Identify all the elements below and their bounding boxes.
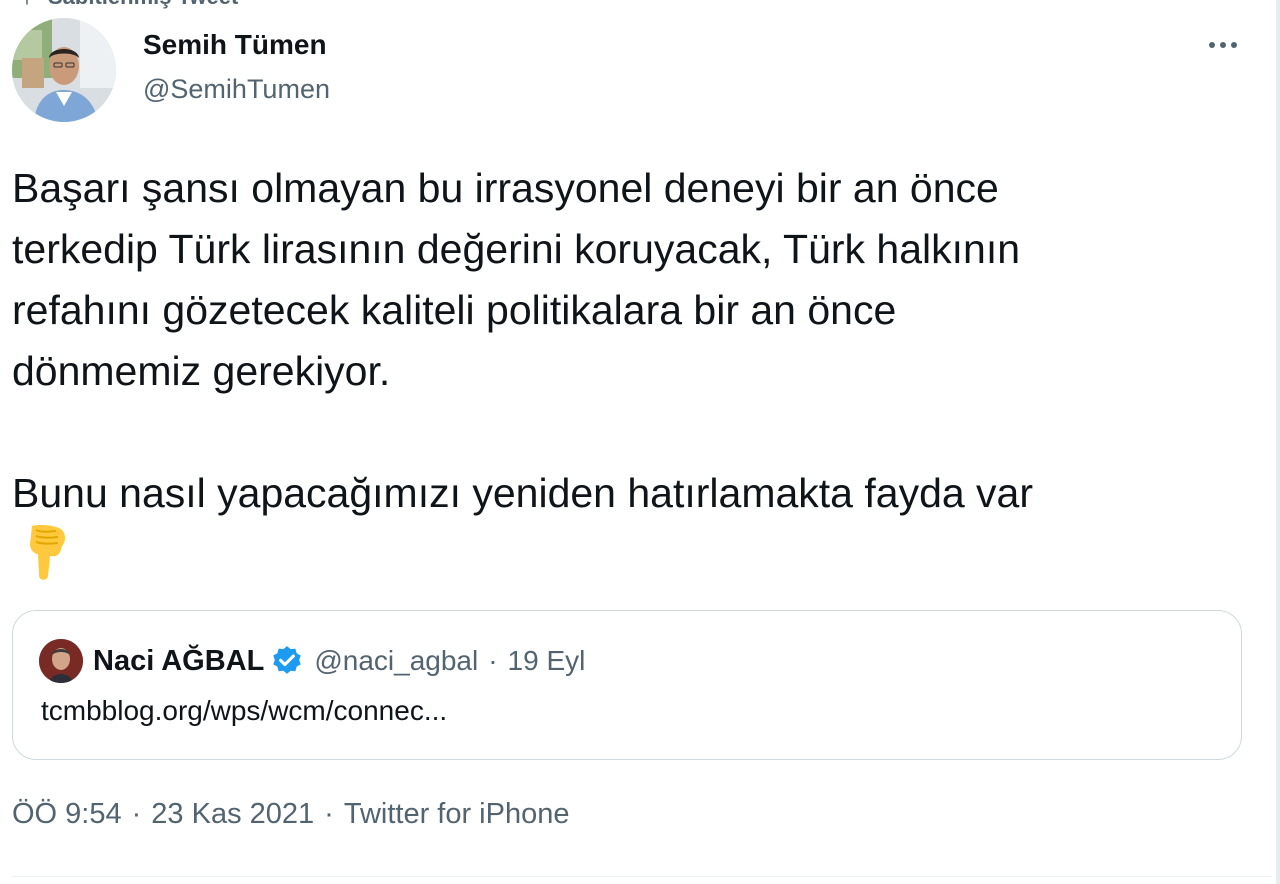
author-name[interactable]: Semih Tümen bbox=[143, 26, 330, 64]
pin-icon bbox=[26, 0, 28, 6]
quoted-separator: · bbox=[488, 645, 498, 676]
more-dot-icon bbox=[1231, 42, 1237, 48]
meta-separator: · bbox=[324, 798, 334, 830]
column-border bbox=[1276, 0, 1280, 884]
user-photo-icon bbox=[39, 639, 83, 683]
author-handle[interactable]: @SemihTumen bbox=[143, 70, 330, 108]
tweet-source[interactable]: Twitter for iPhone bbox=[344, 798, 570, 831]
meta-separator: · bbox=[131, 798, 142, 830]
more-dot-icon bbox=[1209, 42, 1215, 48]
backhand-index-pointing-down-icon bbox=[30, 525, 65, 580]
tweet-metadata: ÖÖ 9:54 · 23 Kas 2021 · Twitter for iPho… bbox=[12, 798, 569, 831]
more-dot-icon bbox=[1220, 42, 1226, 48]
quoted-tweet-date[interactable]: 19 Eyl bbox=[508, 645, 586, 677]
more-options-button[interactable] bbox=[1202, 30, 1244, 60]
tweet-time[interactable]: ÖÖ 9:54 bbox=[12, 798, 122, 831]
quoted-author-handle: @naci_agbal bbox=[314, 645, 479, 676]
tweet-text-paragraph-2: Bunu nasıl yapacağımızı yeniden hatırlam… bbox=[12, 470, 1034, 516]
tweet-text: Başarı şansı olmayan bu irrasyonel deney… bbox=[12, 165, 1021, 394]
quoted-tweet-link[interactable]: tcmbblog.org/wps/wcm/connec... bbox=[41, 695, 447, 727]
pinned-tweet-label: Sabitlenmiş Tweet bbox=[18, 0, 238, 10]
user-photo-icon bbox=[12, 18, 116, 122]
author-avatar[interactable] bbox=[12, 18, 116, 122]
pinned-label-text: Sabitlenmiş Tweet bbox=[48, 0, 238, 10]
verified-badge-icon bbox=[273, 646, 302, 674]
quoted-author-name: Naci AĞBAL bbox=[93, 644, 265, 677]
quoted-tweet-card[interactable]: Naci AĞBAL @naci_agbal · 19 Eyl tcmbblog… bbox=[12, 610, 1242, 760]
divider bbox=[12, 876, 1272, 877]
tweet-date[interactable]: 23 Kas 2021 bbox=[151, 798, 314, 831]
quoted-tweet-header: Naci AĞBAL @naci_agbal · 19 Eyl bbox=[93, 641, 585, 681]
quoted-author-avatar[interactable] bbox=[39, 639, 83, 683]
author-info[interactable]: Semih Tümen @SemihTumen bbox=[143, 26, 330, 108]
